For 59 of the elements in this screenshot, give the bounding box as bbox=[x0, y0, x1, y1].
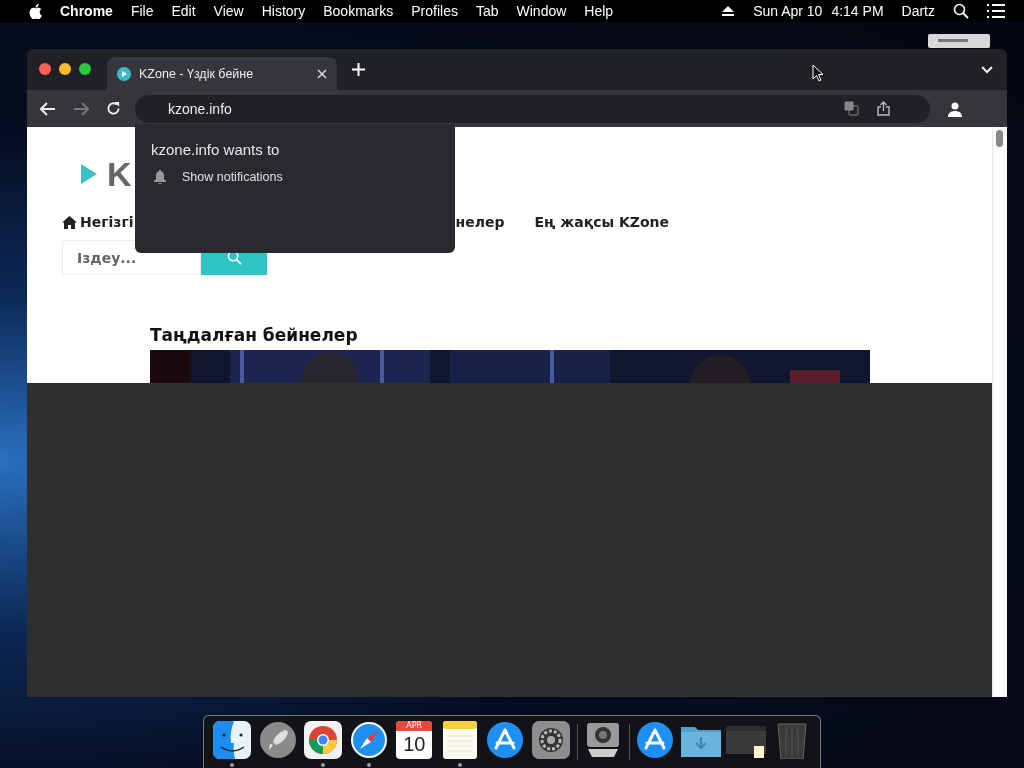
play-icon bbox=[81, 164, 97, 184]
finder-icon[interactable] bbox=[213, 721, 251, 759]
menu-item[interactable]: History bbox=[252, 3, 315, 19]
translate-icon[interactable] bbox=[844, 101, 859, 116]
play-icon bbox=[117, 66, 131, 81]
menu-item[interactable]: Help bbox=[575, 3, 623, 19]
minimize-icon[interactable] bbox=[59, 62, 71, 75]
eject-icon[interactable] bbox=[721, 5, 736, 17]
chrome-icon[interactable] bbox=[304, 721, 343, 759]
chevron-down-icon[interactable] bbox=[981, 65, 993, 74]
gear-icon[interactable] bbox=[531, 721, 570, 759]
forward-icon[interactable] bbox=[73, 101, 89, 116]
bell-icon bbox=[154, 170, 166, 184]
menu-item[interactable]: View bbox=[204, 3, 253, 19]
app-store-icon[interactable] bbox=[636, 721, 675, 759]
menu-item[interactable]: File bbox=[121, 3, 163, 19]
notes-icon[interactable] bbox=[442, 721, 477, 759]
search-icon bbox=[226, 250, 242, 265]
permission-item: Show notifications bbox=[182, 170, 283, 184]
menu-item[interactable]: Edit bbox=[162, 3, 205, 19]
nav-link[interactable]: Ең жақсы KZone bbox=[534, 214, 670, 230]
menu-time[interactable]: 4:14 PM bbox=[831, 3, 893, 19]
address-text: kzone.info bbox=[168, 100, 232, 117]
user-name[interactable]: Dartz bbox=[892, 3, 944, 19]
nav-link[interactable]: нелер bbox=[455, 214, 505, 230]
share-icon[interactable] bbox=[877, 101, 890, 116]
compass-icon[interactable] bbox=[349, 721, 388, 759]
back-icon[interactable] bbox=[40, 101, 56, 116]
apple-icon[interactable] bbox=[29, 3, 42, 19]
trash-icon[interactable] bbox=[776, 721, 807, 759]
profile-icon[interactable] bbox=[947, 100, 963, 117]
reload-icon[interactable] bbox=[106, 101, 121, 116]
app-store-icon[interactable] bbox=[486, 721, 525, 759]
menu-item[interactable]: Bookmarks bbox=[314, 3, 403, 19]
drive-icon[interactable] bbox=[928, 34, 990, 48]
calendar-month: APR bbox=[396, 721, 433, 731]
calendar-day: 10 bbox=[403, 731, 426, 757]
menu-date[interactable]: Sun Apr 10 bbox=[744, 3, 832, 19]
menu-item[interactable]: Window bbox=[507, 3, 576, 19]
menu-item[interactable]: Profiles bbox=[402, 3, 467, 19]
close-icon[interactable] bbox=[39, 62, 51, 75]
home-icon bbox=[62, 215, 77, 229]
popup-title: kzone.info wants to bbox=[151, 141, 281, 158]
address-bar[interactable]: kzone.info bbox=[135, 94, 930, 123]
close-icon[interactable] bbox=[317, 68, 327, 79]
zoom-icon[interactable] bbox=[79, 62, 91, 75]
section-title: Таңдалған бейнелер bbox=[150, 325, 359, 345]
new-tab-icon[interactable] bbox=[352, 63, 365, 76]
menu-item[interactable]: Tab bbox=[466, 3, 508, 19]
browser-tab[interactable]: KZone - Үздік бейне bbox=[107, 57, 337, 90]
cursor-icon bbox=[812, 64, 824, 82]
search-icon[interactable] bbox=[953, 3, 969, 19]
nav-link[interactable]: Негізгі bbox=[62, 214, 134, 230]
calendar-icon[interactable]: APR 10 bbox=[396, 721, 433, 759]
tab-title: KZone - Үздік бейне bbox=[139, 66, 255, 81]
list-icon[interactable] bbox=[987, 4, 1005, 18]
scroll-thumb[interactable] bbox=[996, 130, 1003, 147]
site-logo[interactable]: K bbox=[107, 154, 132, 194]
menu-item[interactable]: Chrome bbox=[51, 3, 122, 19]
